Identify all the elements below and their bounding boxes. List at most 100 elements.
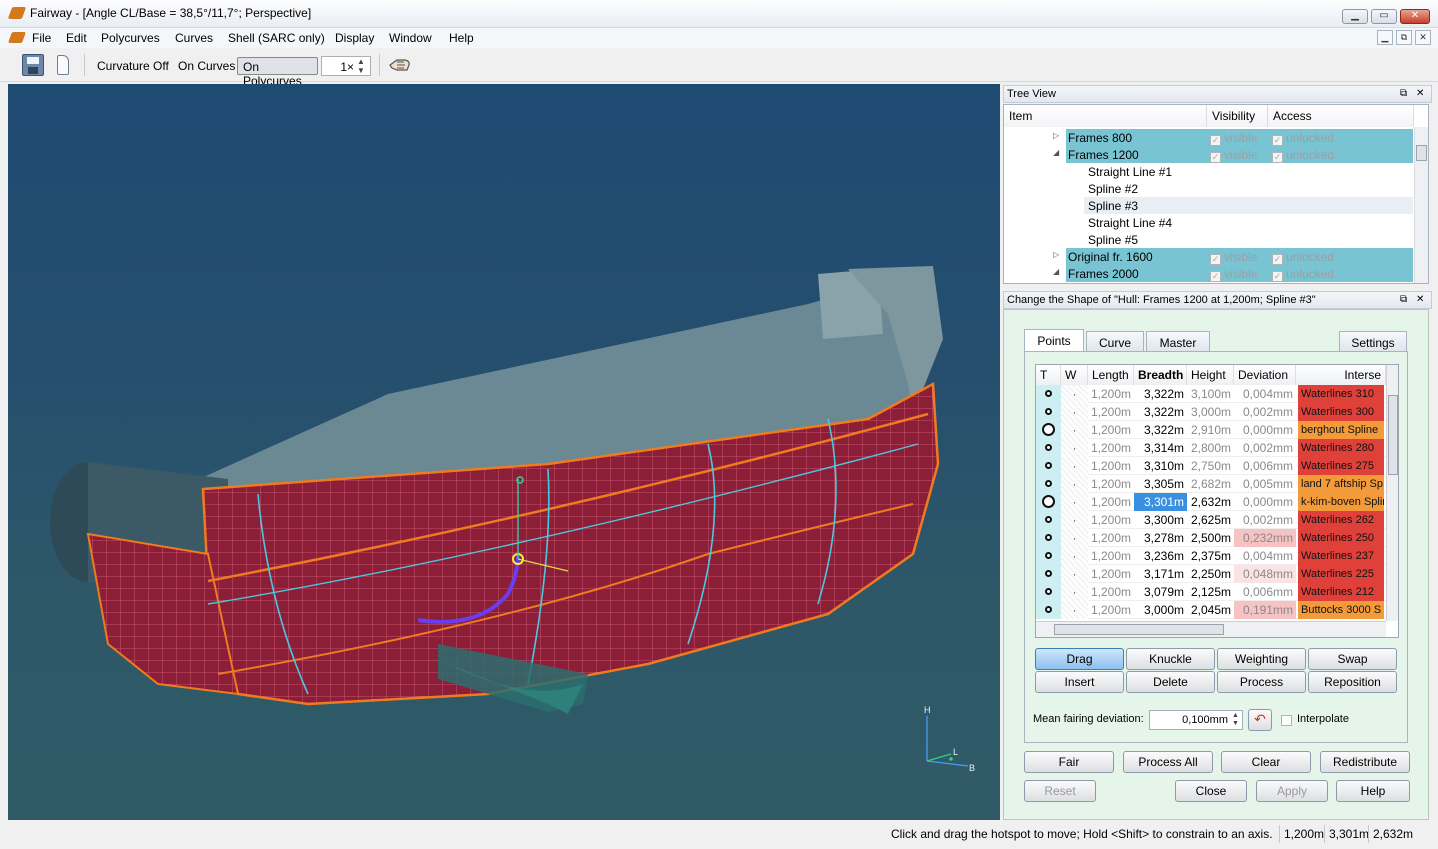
- drag-button[interactable]: Drag: [1035, 648, 1124, 670]
- reposition-button[interactable]: Reposition: [1308, 671, 1397, 693]
- col-item[interactable]: Item: [1004, 105, 1207, 127]
- weighting-button[interactable]: Weighting: [1217, 648, 1306, 670]
- curvature-off-button[interactable]: Curvature Off: [97, 59, 169, 73]
- hand-icon[interactable]: [388, 56, 412, 74]
- tab-master[interactable]: Master: [1146, 331, 1210, 353]
- point-type-icon[interactable]: [1045, 606, 1052, 613]
- undo-icon[interactable]: ↶: [1248, 709, 1272, 731]
- menu-polycurves[interactable]: Polycurves: [101, 31, 160, 45]
- spin-arrows-icon[interactable]: ▲ ▼: [357, 57, 365, 75]
- menu-help[interactable]: Help: [449, 31, 474, 45]
- tab-curve[interactable]: Curve: [1086, 331, 1144, 353]
- fair-button[interactable]: Fair: [1024, 751, 1114, 773]
- interpolate-checkbox[interactable]: [1281, 715, 1292, 726]
- point-type-icon[interactable]: [1045, 408, 1052, 415]
- tree-row[interactable]: ▷ Original fr. 1600 ✓ visible ✓ unlocked: [1004, 248, 1414, 265]
- tree-row[interactable]: Straight Line #4: [1004, 214, 1414, 231]
- point-type-icon[interactable]: [1045, 552, 1052, 559]
- expander-icon[interactable]: ▷: [1053, 250, 1059, 259]
- menu-file[interactable]: File: [32, 31, 51, 45]
- col-t[interactable]: T: [1036, 365, 1061, 385]
- close-window-icon[interactable]: ✕: [1400, 9, 1430, 24]
- points-row[interactable]: · 1,200m 3,305m 2,682m 0,005mm land 7 aftship…: [1036, 475, 1386, 493]
- insert-button[interactable]: Insert: [1035, 671, 1124, 693]
- col-deviation[interactable]: Deviation: [1234, 365, 1296, 385]
- tab-points[interactable]: Points: [1024, 329, 1084, 353]
- col-length[interactable]: Length: [1088, 365, 1134, 385]
- visibility-checkbox[interactable]: ✓: [1210, 135, 1221, 146]
- points-row[interactable]: · 1,200m 3,300m 2,625m 0,002mm Waterlines 262: [1036, 511, 1386, 529]
- point-type-icon[interactable]: [1045, 588, 1052, 595]
- tree-row[interactable]: Straight Line #1: [1004, 163, 1414, 180]
- dock-close-icon[interactable]: ✕: [1416, 294, 1424, 305]
- point-type-icon[interactable]: [1045, 462, 1052, 469]
- point-type-icon[interactable]: [1045, 390, 1052, 397]
- tree-row[interactable]: ▷ Frames 800 ✓ visible ✓ unlocked: [1004, 129, 1414, 146]
- point-type-icon[interactable]: [1045, 444, 1052, 451]
- tab-settings[interactable]: Settings: [1339, 331, 1407, 353]
- mdi-restore-icon[interactable]: ⧉: [1396, 30, 1412, 45]
- tree-scrollbar[interactable]: [1414, 127, 1428, 283]
- points-row[interactable]: · 1,200m 3,000m 2,045m 0,191mm Buttocks 3000 …: [1036, 601, 1386, 619]
- lock-checkbox[interactable]: ✓: [1272, 152, 1283, 163]
- points-row[interactable]: · 1,200m 3,079m 2,125m 0,006mm Waterlines 212: [1036, 583, 1386, 601]
- points-row[interactable]: · 1,200m 3,171m 2,250m 0,048mm Waterlines 225: [1036, 565, 1386, 583]
- process-button[interactable]: Process: [1217, 671, 1306, 693]
- dock-close-icon[interactable]: ✕: [1416, 88, 1424, 99]
- close-button[interactable]: Close: [1175, 780, 1247, 802]
- spin-arrows-icon[interactable]: ▲ ▼: [1232, 712, 1239, 728]
- points-row[interactable]: · 1,200m 3,236m 2,375m 0,004mm Waterlines 237: [1036, 547, 1386, 565]
- float-icon[interactable]: ⧉: [1400, 294, 1407, 305]
- menu-display[interactable]: Display: [335, 31, 374, 45]
- points-row[interactable]: · 1,200m 3,301m 2,632m 0,000mm k-kim-boven Sp…: [1036, 493, 1386, 511]
- points-row[interactable]: · 1,200m 3,278m 2,500m 0,232mm Waterlines 250: [1036, 529, 1386, 547]
- float-icon[interactable]: ⧉: [1400, 88, 1407, 99]
- swap-button[interactable]: Swap: [1308, 648, 1397, 670]
- tree-row[interactable]: Spline #2: [1004, 180, 1414, 197]
- col-breadth[interactable]: Breadth: [1134, 365, 1187, 385]
- tree-row[interactable]: Spline #3: [1004, 197, 1414, 214]
- lock-checkbox[interactable]: ✓: [1272, 254, 1283, 265]
- lock-checkbox[interactable]: ✓: [1272, 135, 1283, 146]
- mdi-close-icon[interactable]: ✕: [1415, 30, 1431, 45]
- process-all-button[interactable]: Process All: [1123, 751, 1213, 773]
- grid-vscrollbar[interactable]: [1386, 365, 1398, 621]
- points-row[interactable]: · 1,200m 3,310m 2,750m 0,006mm Waterlines 275: [1036, 457, 1386, 475]
- point-type-icon[interactable]: [1045, 480, 1052, 487]
- point-type-icon[interactable]: [1045, 516, 1052, 523]
- mdi-minimize-icon[interactable]: ▁: [1377, 30, 1393, 45]
- menu-shell[interactable]: Shell (SARC only): [228, 31, 325, 45]
- menu-edit[interactable]: Edit: [66, 31, 87, 45]
- tree-row[interactable]: ◢ Frames 2000 ✓ visible ✓ unlocked: [1004, 265, 1414, 282]
- col-w[interactable]: W: [1061, 365, 1088, 385]
- col-access[interactable]: Access: [1268, 105, 1414, 127]
- save-icon[interactable]: [22, 54, 44, 76]
- points-row[interactable]: · 1,200m 3,322m 3,100m 0,004mm Waterlines 310: [1036, 385, 1386, 403]
- 3d-viewport[interactable]: H L B: [8, 84, 1000, 820]
- help-button[interactable]: Help: [1336, 780, 1410, 802]
- expander-icon[interactable]: ▷: [1053, 131, 1059, 140]
- apply-button[interactable]: Apply: [1256, 780, 1328, 802]
- col-visibility[interactable]: Visibility: [1207, 105, 1268, 127]
- menu-curves[interactable]: Curves: [175, 31, 213, 45]
- expander-icon[interactable]: ◢: [1053, 267, 1059, 276]
- clear-button[interactable]: Clear: [1221, 751, 1311, 773]
- on-curves-button[interactable]: On Curves: [178, 59, 235, 73]
- point-type-icon[interactable]: [1042, 423, 1055, 436]
- points-row[interactable]: · 1,200m 3,322m 2,910m 0,000mm berghout Splin…: [1036, 421, 1386, 439]
- knuckle-button[interactable]: Knuckle: [1126, 648, 1215, 670]
- tree-view[interactable]: Item Visibility Access ▷ Frames 800 ✓ visib…: [1003, 104, 1429, 284]
- redistribute-button[interactable]: Redistribute: [1320, 751, 1410, 773]
- tree-row[interactable]: Spline #5: [1004, 231, 1414, 248]
- maximize-icon[interactable]: ▭: [1371, 9, 1397, 24]
- visibility-checkbox[interactable]: ✓: [1210, 254, 1221, 265]
- points-row[interactable]: · 1,200m 3,322m 3,000m 0,002mm Waterlines 300: [1036, 403, 1386, 421]
- visibility-checkbox[interactable]: ✓: [1210, 152, 1221, 163]
- page-icon[interactable]: [57, 55, 69, 75]
- on-polycurves-button[interactable]: On Polycurves: [237, 57, 318, 88]
- delete-button[interactable]: Delete: [1126, 671, 1215, 693]
- expander-icon[interactable]: ◢: [1053, 148, 1059, 157]
- lock-checkbox[interactable]: ✓: [1272, 271, 1283, 282]
- mean-fairing-input[interactable]: 0,100mm: [1149, 710, 1243, 730]
- points-grid[interactable]: T W Length Breadth Height Deviation Inte…: [1035, 364, 1399, 638]
